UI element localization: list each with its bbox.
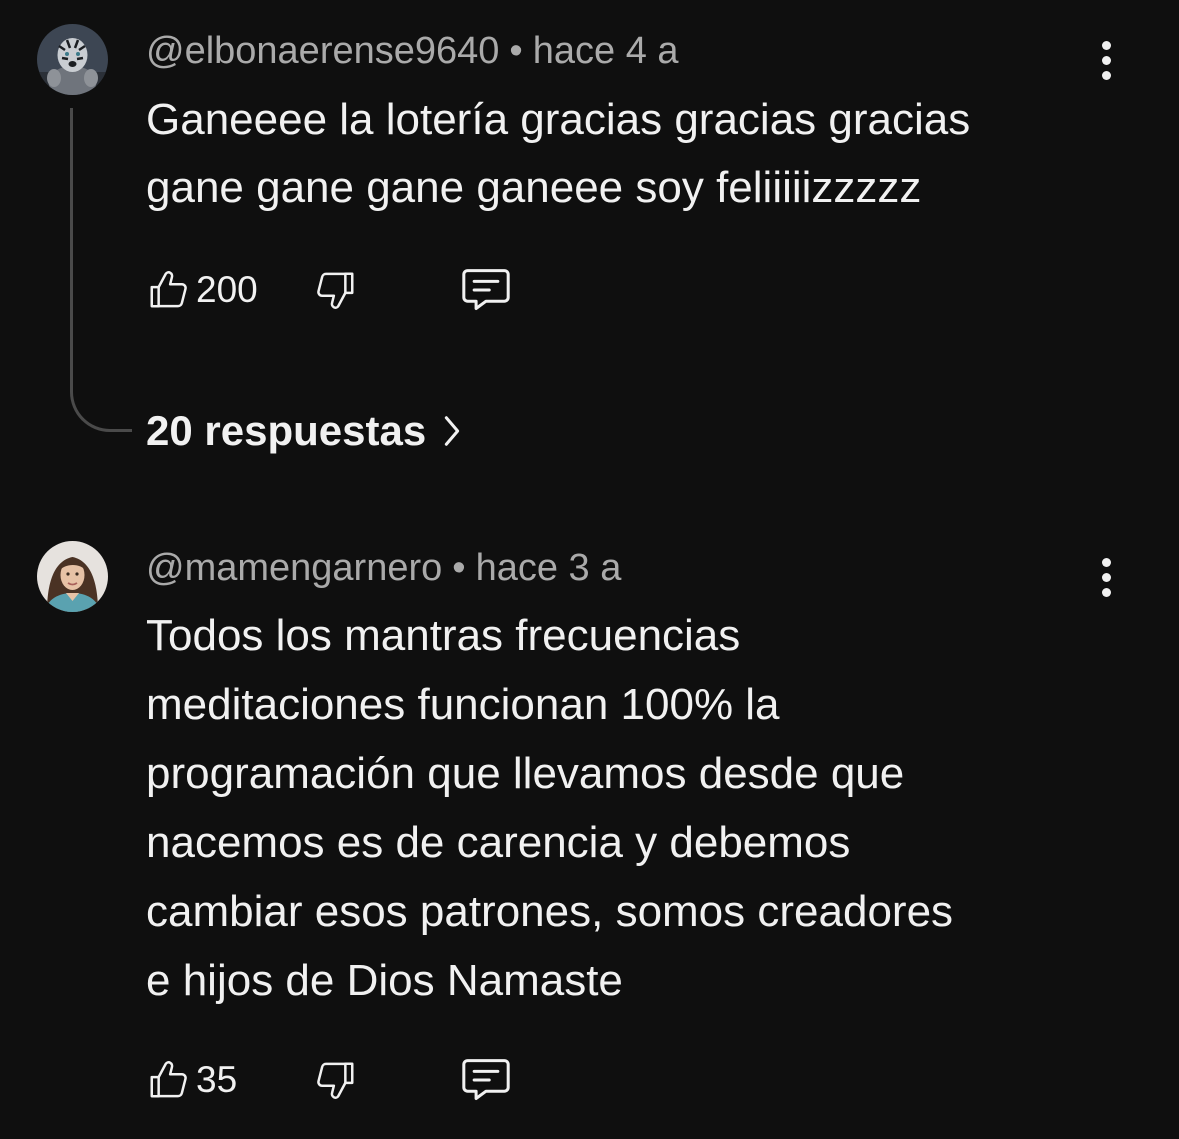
view-replies-button[interactable]: 20 respuestas: [146, 405, 462, 457]
like-count: 35: [196, 1059, 238, 1100]
thumbs-down-icon: [317, 272, 354, 309]
more-vertical-icon[interactable]: [1088, 38, 1124, 82]
thumbs-up-icon: [150, 271, 187, 308]
like-button[interactable]: 35: [146, 1052, 237, 1108]
author-name[interactable]: @elbonaerense9640: [146, 30, 499, 72]
comment-timestamp[interactable]: hace 4 a: [533, 30, 679, 72]
comment-actions: 200: [146, 262, 566, 318]
dislike-button[interactable]: [312, 1052, 358, 1108]
comment-header: @mamengarnero • hace 3 a: [146, 546, 621, 590]
separator-dot: •: [452, 547, 466, 589]
comment-text: Ganeeee la lotería gracias gracias graci…: [146, 95, 971, 212]
more-vertical-icon[interactable]: [1088, 555, 1124, 599]
thread-connector: [70, 108, 132, 432]
thumbs-up-icon: [150, 1061, 187, 1098]
comment-icon: [462, 1059, 510, 1101]
like-button[interactable]: 200: [146, 262, 258, 318]
like-count: 200: [196, 269, 258, 310]
reply-button[interactable]: [458, 1052, 514, 1108]
comment-header: @elbonaerense9640 • hace 4 a: [146, 29, 679, 73]
comment-text: Todos los mantras frecuencias meditacion…: [146, 611, 954, 1005]
chevron-right-icon: [445, 416, 460, 446]
avatar[interactable]: [37, 24, 108, 95]
author-name[interactable]: @mamengarnero: [146, 547, 442, 589]
reply-button[interactable]: [458, 262, 514, 318]
separator-dot: •: [509, 30, 523, 72]
comment-timestamp[interactable]: hace 3 a: [476, 547, 622, 589]
replies-count-label: 20 respuestas: [146, 407, 427, 454]
comment-icon: [462, 269, 510, 311]
comment-item: @elbonaerense9640 • hace 4 a Ganeeee la lo…: [0, 0, 1179, 470]
comment-actions: 35: [146, 1052, 566, 1108]
avatar[interactable]: [37, 541, 108, 612]
thumbs-down-icon: [317, 1062, 354, 1099]
dislike-button[interactable]: [312, 262, 358, 318]
